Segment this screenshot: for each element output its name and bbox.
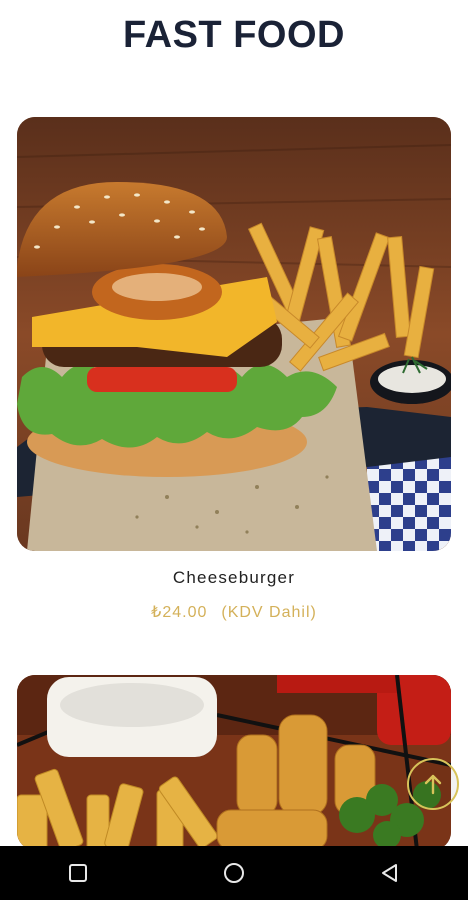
item-price-row: ₺24.00 (KDV Dahil) xyxy=(0,602,468,622)
arrow-up-icon xyxy=(424,774,442,795)
tax-note: (KDV Dahil) xyxy=(221,604,317,621)
fried-snacks-image[interactable] xyxy=(17,675,451,850)
recents-button[interactable] xyxy=(48,853,108,893)
recents-square-icon xyxy=(69,864,87,882)
scroll-to-top-button[interactable] xyxy=(407,758,459,810)
header: FAST FOOD xyxy=(0,0,468,70)
fried-snacks-photo xyxy=(17,675,451,850)
page-title: FAST FOOD xyxy=(123,13,345,56)
cheeseburger-image[interactable] xyxy=(17,117,451,551)
item-price: ₺24.00 xyxy=(151,604,208,621)
back-triangle-icon xyxy=(382,864,397,882)
system-nav-bar xyxy=(0,846,468,900)
cheeseburger-photo xyxy=(17,117,451,551)
home-button[interactable] xyxy=(204,853,264,893)
item-name: Cheeseburger xyxy=(172,568,296,587)
home-circle-icon xyxy=(224,863,244,883)
back-button[interactable] xyxy=(360,853,420,893)
